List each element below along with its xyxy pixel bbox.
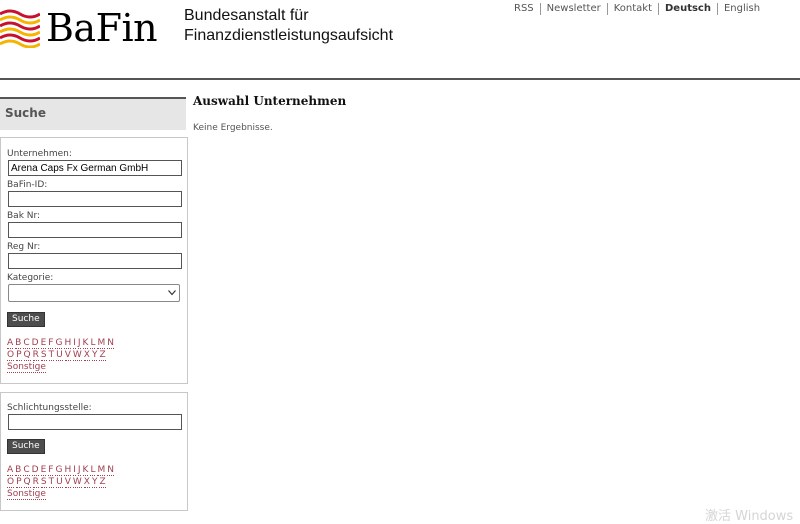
bafin-id-input[interactable] [8, 191, 182, 207]
letter-link-n[interactable]: N [107, 465, 114, 476]
letter-link-e[interactable]: E [40, 338, 47, 349]
letter-link-f[interactable]: F [48, 465, 54, 476]
letter-link-r[interactable]: R [32, 350, 39, 361]
letter-link-x[interactable]: X [83, 477, 90, 488]
alphabet-row-1: ABCDEFGHIJKLMN [7, 337, 116, 349]
no-results-message: Keine Ergebnisse. [193, 123, 273, 133]
letter-link-i[interactable]: I [73, 465, 76, 476]
company-input[interactable] [8, 160, 182, 176]
sidebar-title: Suche [5, 106, 46, 120]
letter-link-w[interactable]: W [72, 477, 82, 488]
letter-link-i[interactable]: I [73, 338, 76, 349]
page-title: Auswahl Unternehmen [193, 94, 347, 108]
header-divider [0, 78, 800, 80]
letter-link-v[interactable]: V [64, 477, 71, 488]
alphabet-other-link[interactable]: Sonstige [7, 362, 46, 373]
letter-link-h[interactable]: H [64, 338, 72, 349]
letter-link-o[interactable]: O [7, 350, 15, 361]
top-navigation: RSS Newsletter Kontakt Deutsch English [508, 3, 766, 15]
alphabet-index: ABCDEFGHIJKLMN OPQRSTUVWXYZ Sonstige [7, 337, 116, 373]
letter-link-q[interactable]: Q [23, 477, 31, 488]
company-search-button[interactable]: Suche [7, 312, 45, 327]
letter-link-u[interactable]: U [56, 477, 63, 488]
letter-link-a[interactable]: A [7, 338, 14, 349]
arbitration-input[interactable] [8, 414, 182, 430]
reg-nr-label: Reg Nr: [7, 242, 41, 252]
letter-link-z[interactable]: Z [99, 477, 106, 488]
letter-link-a[interactable]: A [7, 465, 14, 476]
org-line-1: Bundesanstalt für [184, 7, 309, 24]
letter-link-l[interactable]: L [90, 338, 96, 349]
letter-link-c[interactable]: C [23, 465, 30, 476]
organization-name: Bundesanstalt für Finanzdienstleistungsa… [184, 6, 393, 46]
activation-watermark: 激活 Windows [705, 509, 794, 524]
letter-link-j[interactable]: J [77, 338, 81, 349]
letter-link-l[interactable]: L [90, 465, 96, 476]
nav-deutsch[interactable]: Deutsch [658, 3, 717, 15]
letter-link-x[interactable]: X [83, 350, 90, 361]
alphabet-row-2: OPQRSTUVWXYZ [7, 476, 116, 488]
letter-link-f[interactable]: F [48, 338, 54, 349]
letter-link-v[interactable]: V [64, 350, 71, 361]
letter-link-k[interactable]: K [82, 465, 89, 476]
nav-english[interactable]: English [716, 3, 766, 15]
alphabet-row-1: ABCDEFGHIJKLMN [7, 464, 116, 476]
letter-link-j[interactable]: J [77, 465, 81, 476]
chevron-down-icon [168, 290, 176, 296]
letter-link-d[interactable]: D [31, 465, 39, 476]
bak-nr-input[interactable] [8, 222, 182, 238]
company-label: Unternehmen: [7, 149, 72, 159]
logo-text: BaFin [46, 6, 158, 50]
letter-link-r[interactable]: R [32, 477, 39, 488]
alphabet-index-2: ABCDEFGHIJKLMN OPQRSTUVWXYZ Sonstige [7, 464, 116, 500]
bak-nr-label: Bak Nr: [7, 211, 41, 221]
letter-link-s[interactable]: S [40, 350, 47, 361]
letter-link-p[interactable]: P [16, 477, 22, 488]
sidebar-header: Suche [0, 97, 186, 130]
arbitration-label: Schlichtungsstelle: [7, 403, 92, 413]
bafin-logo[interactable]: BaFin [0, 4, 160, 50]
letter-link-m[interactable]: M [97, 465, 106, 476]
nav-kontakt[interactable]: Kontakt [606, 3, 658, 15]
arbitration-search-form: Schlichtungsstelle: Suche ABCDEFGHIJKLMN… [0, 392, 188, 511]
letter-link-b[interactable]: B [15, 338, 22, 349]
company-search-form: Unternehmen: BaFin-ID: Bak Nr: Reg Nr: K… [0, 137, 188, 384]
letter-link-d[interactable]: D [31, 338, 39, 349]
letter-link-t[interactable]: T [48, 477, 55, 488]
letter-link-o[interactable]: O [7, 477, 15, 488]
reg-nr-input[interactable] [8, 253, 182, 269]
letter-link-u[interactable]: U [56, 350, 63, 361]
alphabet-row-2: OPQRSTUVWXYZ [7, 349, 116, 361]
letter-link-w[interactable]: W [72, 350, 82, 361]
letter-link-e[interactable]: E [40, 465, 47, 476]
category-label: Kategorie: [7, 273, 54, 283]
letter-link-k[interactable]: K [82, 338, 89, 349]
org-line-2: Finanzdienstleistungsaufsicht [184, 27, 394, 44]
letter-link-h[interactable]: H [64, 465, 72, 476]
letter-link-s[interactable]: S [40, 477, 47, 488]
letter-link-m[interactable]: M [97, 338, 106, 349]
nav-rss[interactable]: RSS [508, 3, 540, 15]
letter-link-t[interactable]: T [48, 350, 55, 361]
letter-link-g[interactable]: G [55, 465, 63, 476]
letter-link-p[interactable]: P [16, 350, 22, 361]
category-select[interactable] [8, 284, 180, 302]
letter-link-b[interactable]: B [15, 465, 22, 476]
nav-newsletter[interactable]: Newsletter [539, 3, 607, 15]
letter-link-q[interactable]: Q [23, 350, 31, 361]
alphabet-other-link[interactable]: Sonstige [7, 489, 46, 500]
arbitration-search-button[interactable]: Suche [7, 439, 45, 454]
letter-link-g[interactable]: G [55, 338, 63, 349]
letter-link-n[interactable]: N [107, 338, 114, 349]
bafin-wave-icon [0, 9, 40, 48]
letter-link-y[interactable]: Y [91, 350, 98, 361]
letter-link-z[interactable]: Z [99, 350, 106, 361]
bafin-id-label: BaFin-ID: [7, 180, 48, 190]
letter-link-c[interactable]: C [23, 338, 30, 349]
letter-link-y[interactable]: Y [91, 477, 98, 488]
